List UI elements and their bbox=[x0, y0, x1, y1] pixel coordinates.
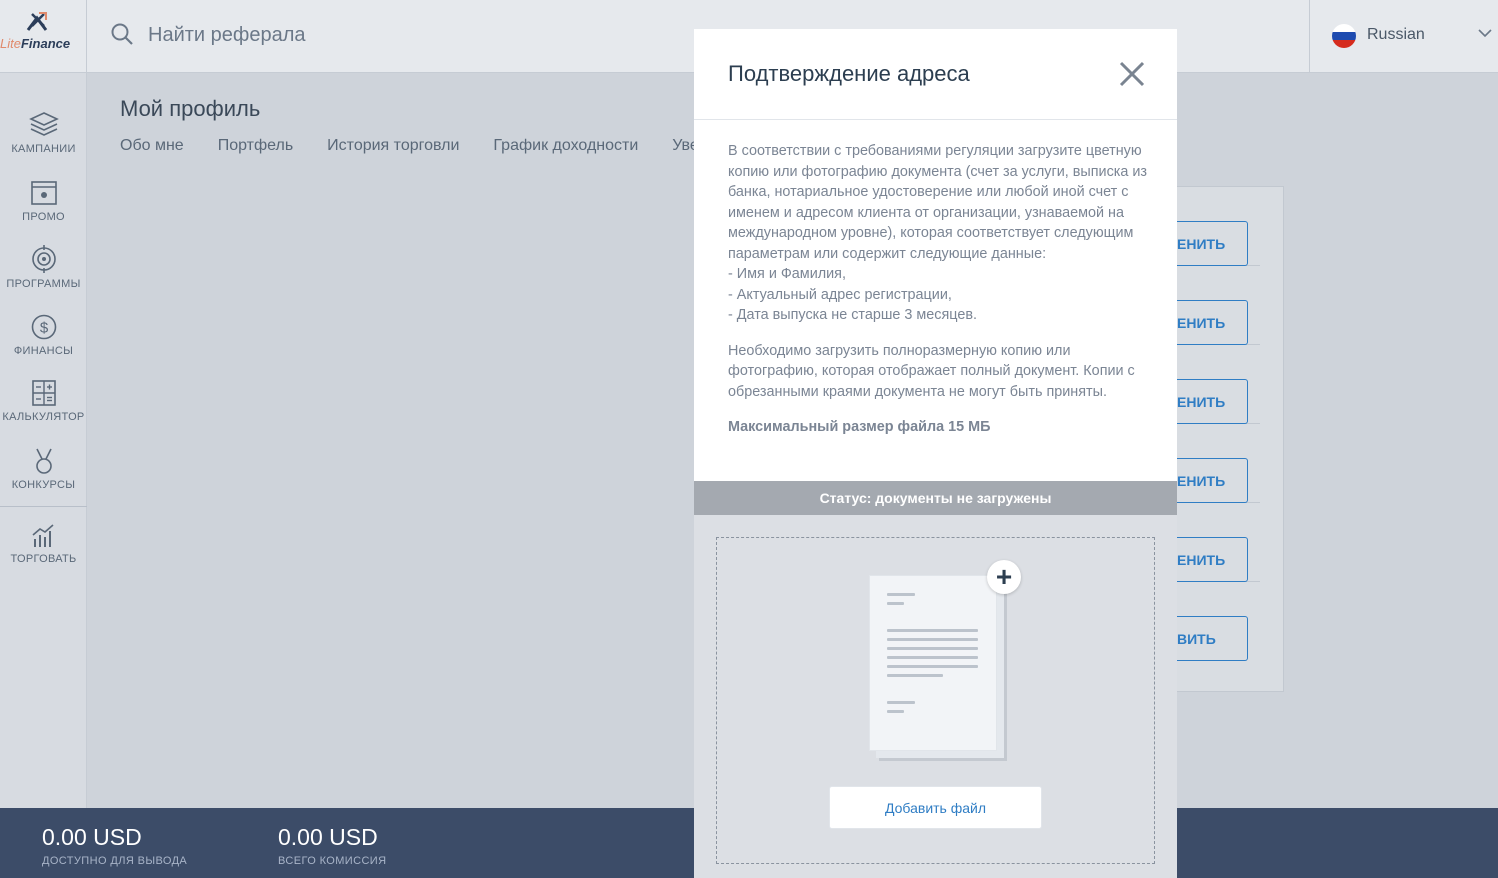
tab-portfolio[interactable]: Портфель bbox=[218, 137, 293, 155]
logo-mark-icon bbox=[26, 12, 48, 31]
max-size-text: Максимальный размер файла 15 МБ bbox=[728, 419, 991, 435]
promo-icon bbox=[30, 181, 57, 205]
requirements-text: В соответствии с требованиями регуляции … bbox=[728, 143, 1148, 323]
logo-text: LiteFinance bbox=[0, 36, 71, 51]
sidebar-item-label: ПРОГРАММЫ bbox=[6, 278, 81, 290]
dollar-icon: $ bbox=[31, 314, 56, 340]
profile-tabs: Обо мне Портфель История торговли График… bbox=[120, 137, 699, 155]
sidebar-item-label: КОНКУРСЫ bbox=[11, 479, 76, 491]
commission-stat: 0.00 USD ВСЕГО КОМИССИЯ bbox=[278, 824, 386, 867]
chevron-down-icon bbox=[1478, 29, 1492, 38]
language-selector[interactable]: Russian bbox=[1309, 0, 1498, 73]
sidebar-item-campaigns[interactable]: КАМПАНИИ bbox=[0, 109, 87, 169]
sidebar-item-label: ПРОМО bbox=[22, 211, 65, 223]
available-value: 0.00 USD bbox=[42, 824, 142, 850]
tab-profit-chart[interactable]: График доходности bbox=[493, 137, 638, 155]
commission-label: ВСЕГО КОМИССИЯ bbox=[278, 855, 387, 867]
sidebar-item-programs[interactable]: ПРОГРАММЫ bbox=[0, 244, 87, 304]
commission-value: 0.00 USD bbox=[278, 824, 378, 850]
svg-text:$: $ bbox=[39, 320, 48, 337]
sidebar-item-label: КАЛЬКУЛЯТОР bbox=[2, 411, 85, 423]
sidebar-item-label: ФИНАНСЫ bbox=[13, 345, 74, 357]
file-dropzone[interactable]: + Добавить файл bbox=[716, 537, 1155, 864]
sidebar-item-label: КАМПАНИИ bbox=[11, 143, 76, 155]
language-label: Russian bbox=[1367, 26, 1425, 43]
medal-icon bbox=[35, 448, 52, 474]
tab-trade-history[interactable]: История торговли bbox=[327, 137, 459, 155]
upload-area: + Добавить файл bbox=[694, 515, 1177, 878]
chart-icon bbox=[31, 524, 54, 547]
sidebar-item-label: ТОРГОВАТЬ bbox=[10, 553, 77, 565]
address-verification-modal: Подтверждение адреса В соответствии с тр… bbox=[694, 29, 1177, 878]
sidebar-divider bbox=[0, 506, 87, 507]
modal-body: В соответствии с требованиями регуляции … bbox=[728, 141, 1148, 453]
document-icon bbox=[869, 575, 997, 751]
full-document-text: Необходимо загрузить полноразмерную копи… bbox=[728, 342, 1135, 400]
add-file-button[interactable]: Добавить файл bbox=[829, 786, 1042, 829]
modal-title: Подтверждение адреса bbox=[728, 61, 970, 86]
close-icon[interactable] bbox=[1118, 60, 1146, 88]
search-input[interactable] bbox=[148, 20, 668, 50]
page-title: Мой профиль bbox=[120, 96, 261, 121]
russia-flag-icon bbox=[1332, 24, 1356, 48]
available-label: ДОСТУПНО ДЛЯ ВЫВОДА bbox=[42, 855, 188, 867]
calculator-icon bbox=[31, 380, 56, 406]
available-stat: 0.00 USD ДОСТУПНО ДЛЯ ВЫВОДА bbox=[42, 824, 187, 867]
upload-status-bar: Статус: документы не загружены bbox=[694, 481, 1177, 515]
sidebar-item-contests[interactable]: КОНКУРСЫ bbox=[0, 447, 87, 507]
sidebar-item-calculator[interactable]: КАЛЬКУЛЯТОР bbox=[0, 379, 87, 439]
layers-icon bbox=[28, 112, 59, 136]
modal-header: Подтверждение адреса bbox=[694, 29, 1177, 120]
sidebar-item-finance[interactable]: $ ФИНАНСЫ bbox=[0, 313, 87, 373]
logo[interactable]: LiteFinance bbox=[0, 0, 87, 73]
sidebar-item-trade[interactable]: ТОРГОВАТЬ bbox=[0, 523, 87, 583]
target-icon bbox=[31, 245, 56, 273]
tab-about[interactable]: Обо мне bbox=[120, 137, 184, 155]
sidebar-item-promo[interactable]: ПРОМО bbox=[0, 179, 87, 239]
plus-icon[interactable]: + bbox=[987, 560, 1021, 594]
search-icon bbox=[111, 23, 133, 45]
verification-card: ЕНИТЬ ЕНИТЬ ЕНИТЬ ЕНИТЬ ЕНИТЬ ВИТЬ bbox=[1160, 186, 1284, 692]
sidebar: КАМПАНИИ ПРОМО ПРОГРАММЫ $ ФИНАНСЫ КАЛЬК… bbox=[0, 73, 87, 808]
